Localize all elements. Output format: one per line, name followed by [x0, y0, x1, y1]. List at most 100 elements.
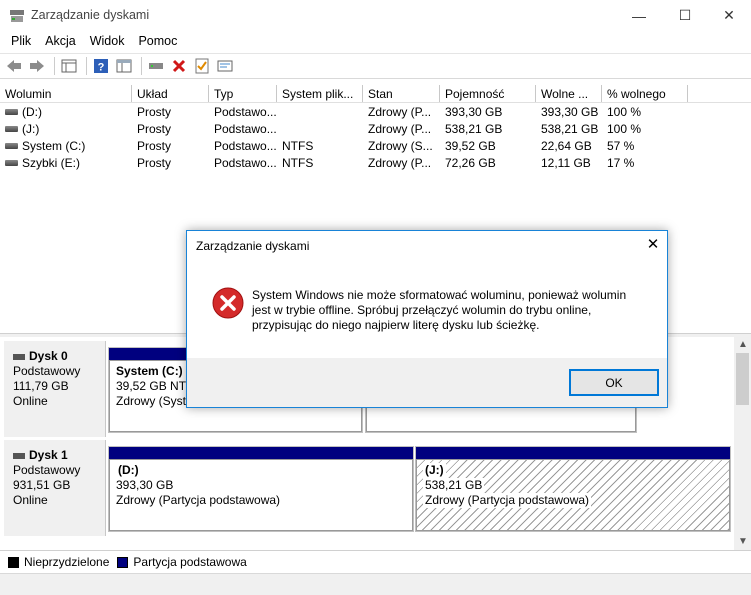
legend-swatch-primary [117, 556, 129, 568]
forward-button[interactable] [27, 56, 47, 76]
error-icon [212, 287, 244, 319]
dialog-close-button[interactable]: ✕ [645, 237, 661, 253]
cell-filesystem: NTFS [282, 138, 314, 153]
table-row[interactable]: (J:) Prosty Podstawo... Zdrowy (P... 538… [0, 120, 751, 137]
menu-file[interactable]: Plik [4, 32, 38, 52]
legend-item-primary: Partycja podstawowa [117, 555, 247, 569]
disk-size: 931,51 GB [13, 478, 71, 492]
dialog-message-line: jest w trybie offline. Spróbuj przełączy… [252, 303, 592, 317]
ok-button[interactable]: OK [569, 369, 659, 396]
connect-drive-button[interactable] [146, 56, 166, 76]
svg-text:?: ? [98, 62, 105, 74]
partition-d[interactable]: (D:) 393,30 GB Zdrowy (Partycja podstawo… [108, 446, 414, 532]
show-hide-icon [217, 60, 233, 72]
cell-type: Podstawo... [214, 121, 277, 136]
disk-label[interactable]: Dysk 1 Podstawowy 931,51 GB Online [4, 440, 106, 536]
help-icon: ? [94, 59, 108, 74]
disk-name: Dysk 1 [29, 448, 68, 462]
volume-list-header: Wolumin Układ Typ System plik... Stan Po… [0, 85, 751, 103]
cell-status: Zdrowy (S... [368, 138, 433, 153]
close-icon: ✕ [646, 236, 660, 253]
minimize-icon: — [632, 7, 646, 24]
menu-bar: Plik Akcja Widok Pomoc [0, 32, 751, 52]
cell-percent-free: 100 % [607, 121, 642, 136]
cell-status: Zdrowy (P... [368, 121, 432, 136]
cell-filesystem: NTFS [282, 155, 314, 170]
view-list-icon [61, 59, 77, 73]
cell-capacity: 72,26 GB [445, 155, 496, 170]
dialog-message: System Windows nie może sformatować wolu… [252, 288, 652, 333]
disk-pane-scrollbar[interactable]: ▲ ▼ [734, 337, 751, 550]
menu-view[interactable]: Widok [83, 32, 132, 52]
menu-help[interactable]: Pomoc [131, 32, 184, 52]
legend-swatch-unallocated [8, 556, 19, 568]
disk-state: Online [13, 394, 48, 408]
disk-state: Online [13, 493, 48, 507]
drive-icon [5, 143, 18, 150]
cell-percent-free: 57 % [607, 138, 635, 153]
column-header-type[interactable]: Typ [209, 85, 277, 102]
cell-type: Podstawo... [214, 104, 277, 119]
table-row[interactable]: (D:) Prosty Podstawo... Zdrowy (P... 393… [0, 103, 751, 120]
partition-j[interactable]: (J:) 538,21 GB Zdrowy (Partycja podstawo… [415, 446, 731, 532]
connect-drive-icon [149, 63, 163, 69]
cell-layout: Prosty [137, 155, 172, 170]
view-pane-icon [116, 59, 132, 73]
scroll-thumb[interactable] [736, 353, 749, 405]
column-header-free[interactable]: Wolne ... [536, 85, 602, 102]
minimize-button[interactable]: — [616, 0, 662, 31]
legend-label: Partycja podstawowa [133, 555, 247, 569]
column-header-filesystem[interactable]: System plik... [277, 85, 363, 102]
drive-icon [5, 126, 18, 133]
dialog-message-line: przypisując do niego najpierw literę dys… [252, 318, 540, 332]
back-button[interactable] [4, 56, 24, 76]
partition-type-bar [416, 447, 730, 459]
show-hide-button[interactable] [215, 56, 235, 76]
view-pane-button[interactable] [114, 56, 134, 76]
disk-name: Dysk 0 [29, 349, 68, 363]
disk-type: Podstawowy [13, 364, 81, 378]
column-header-capacity[interactable]: Pojemność [440, 85, 536, 102]
cell-free: 22,64 GB [541, 138, 592, 153]
toolbar-separator [86, 57, 87, 75]
table-row[interactable]: Szybki (E:) Prosty Podstawo... NTFS Zdro… [0, 154, 751, 171]
maximize-button[interactable]: ☐ [662, 0, 708, 31]
cell-layout: Prosty [137, 121, 172, 136]
cell-layout: Prosty [137, 104, 172, 119]
disk-management-app-icon [9, 9, 25, 23]
scroll-up-icon[interactable]: ▲ [738, 339, 748, 350]
partition-status: Zdrowy (Partycja podstawowa) [423, 493, 592, 508]
column-header-status[interactable]: Stan [363, 85, 440, 102]
toolbar: ? [0, 53, 751, 79]
legend: Nieprzydzielone Partycja podstawowa [0, 550, 751, 573]
column-header-layout[interactable]: Układ [132, 85, 209, 102]
error-dialog: Zarządzanie dyskami ✕ System Windows nie… [186, 230, 668, 408]
window-title: Zarządzanie dyskami [31, 8, 150, 22]
cell-capacity: 39,52 GB [445, 138, 496, 153]
title-bar: Zarządzanie dyskami — ☐ ✕ [0, 0, 751, 32]
cell-volume: (D:) [22, 104, 42, 119]
scroll-down-icon[interactable]: ▼ [738, 536, 748, 547]
cell-capacity: 538,21 GB [445, 121, 503, 136]
hard-disk-icon [13, 353, 25, 360]
cell-free: 12,11 GB [541, 155, 591, 170]
volume-list: Wolumin Układ Typ System plik... Stan Po… [0, 85, 751, 171]
close-window-button[interactable]: ✕ [706, 0, 751, 31]
properties-button[interactable] [192, 56, 212, 76]
column-header-percent-free[interactable]: % wolnego [602, 85, 688, 102]
help-button[interactable]: ? [91, 56, 111, 76]
cell-volume: System (C:) [22, 138, 86, 153]
drive-icon [5, 160, 18, 167]
view-list-button[interactable] [59, 56, 79, 76]
disk-size: 111,79 GB [13, 379, 69, 393]
partition-size: 538,21 GB [423, 478, 485, 493]
delete-button[interactable] [169, 56, 189, 76]
partition-body: (D:) 393,30 GB Zdrowy (Partycja podstawo… [109, 459, 413, 531]
forward-icon [30, 60, 44, 72]
cell-volume: Szybki (E:) [22, 155, 81, 170]
table-row[interactable]: System (C:) Prosty Podstawo... NTFS Zdro… [0, 137, 751, 154]
column-header-volume[interactable]: Wolumin [0, 85, 132, 102]
disk-label[interactable]: Dysk 0 Podstawowy 111,79 GB Online [4, 341, 106, 437]
menu-action[interactable]: Akcja [38, 32, 83, 52]
cell-type: Podstawo... [214, 138, 277, 153]
